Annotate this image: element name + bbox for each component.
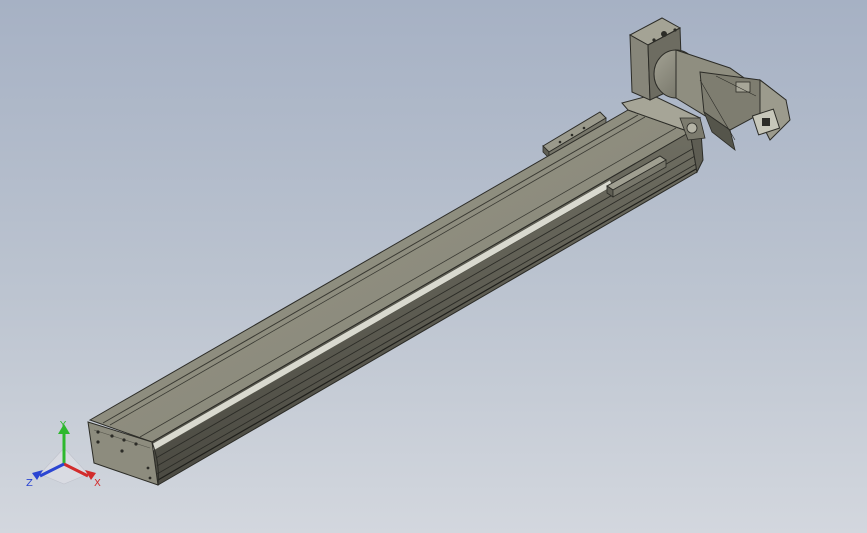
- model-view[interactable]: [0, 0, 867, 533]
- linear-actuator-rail[interactable]: [88, 109, 698, 486]
- y-axis-label: Y: [59, 420, 67, 431]
- axis-triad: Y X Z: [26, 420, 101, 489]
- z-axis-label: Z: [26, 478, 33, 489]
- graphics-viewport[interactable]: Y X Z: [0, 0, 867, 533]
- x-axis-label: X: [94, 478, 101, 489]
